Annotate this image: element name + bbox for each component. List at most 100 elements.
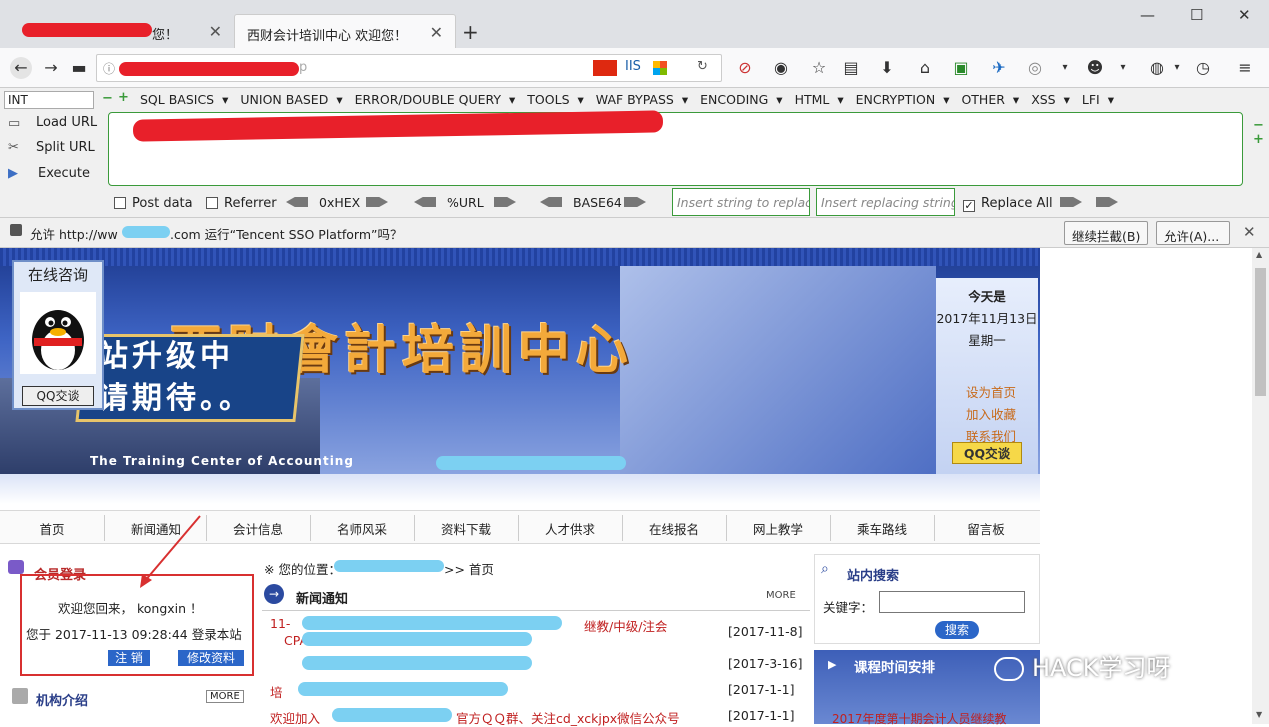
chevron-down-icon[interactable]: ▾ [1054,57,1076,79]
type-select[interactable]: INT [4,91,94,109]
nav-home[interactable]: 首页 [0,519,104,538]
nav-talent[interactable]: 人才供求 [518,519,622,538]
location-tail: >> 首页 [444,562,494,577]
upgrade-sign-text: 站升级中 请期待。。 [98,336,253,420]
menu-encryption[interactable]: ENCRYPTION [856,92,936,107]
screenshot-icon[interactable]: ▣ [950,57,972,79]
new-tab-icon[interactable]: + [462,20,479,44]
replace-arrow-icon[interactable] [1060,197,1082,207]
menu-union-based[interactable]: UNION BASED [240,92,328,107]
tool-icon[interactable]: ✈ [988,57,1010,79]
maximize-button[interactable]: ☐ [1190,6,1203,24]
chevron-down-icon[interactable]: ▾ [1112,57,1134,79]
replace-arrow-icon[interactable] [1096,197,1118,207]
nav-teachers[interactable]: 名师风采 [310,519,414,538]
nav-bus-route[interactable]: 乘车路线 [830,519,934,538]
split-url-button[interactable]: Split URL [36,140,95,155]
noscript-icon[interactable]: ⊘ [734,57,756,79]
url-decode-arrow-icon[interactable] [414,197,436,207]
news-item-text: 继教/中级/注会 [584,619,668,634]
menu-error-query[interactable]: ERROR/DOUBLE QUERY [355,92,501,107]
minus-icon[interactable]: − [102,91,113,106]
url-encode-arrow-icon[interactable] [494,197,516,207]
scrollbar-thumb[interactable] [1255,268,1266,396]
close-window-button[interactable]: ✕ [1238,6,1251,24]
minus-icon[interactable]: − [1253,118,1264,133]
continue-block-button[interactable]: 继续拦截(B) [1064,221,1149,245]
menu-xss[interactable]: XSS [1031,92,1055,107]
reload-icon[interactable]: ↻ [697,59,708,74]
nav-accounting-info[interactable]: 会计信息 [206,519,310,538]
menu-icon[interactable]: ≡ [1234,57,1256,79]
nav-guestbook[interactable]: 留言板 [934,519,1038,538]
menu-encoding[interactable]: ENCODING [700,92,768,107]
home-icon[interactable]: ⌂ [914,57,936,79]
search-button[interactable]: 搜索 [935,621,979,639]
bookmark-star-icon[interactable]: ☆ [808,57,830,79]
nav-online-signup[interactable]: 在线报名 [622,519,726,538]
news-item-text: 官方ＱＱ群、关注cd_xckjpx微信公众号 [456,711,680,726]
extension-icon[interactable]: ◎ [1024,57,1046,79]
menu-tools[interactable]: TOOLS [527,92,569,107]
qq-chat-badge[interactable]: QQ交谈 [952,442,1022,464]
replace-all-checkbox[interactable]: ✓ Replace All [963,196,1053,212]
library-icon[interactable]: ▬ [68,57,90,79]
execute-button[interactable]: Execute [38,166,90,181]
lock-icon [8,560,24,574]
hex-decode-arrow-icon[interactable] [286,197,308,207]
menu-other[interactable]: OTHER [961,92,1004,107]
pocket-icon[interactable]: ◉ [770,57,792,79]
menu-html[interactable]: HTML [795,92,830,107]
replacing-string-input[interactable]: Insert replacing string [816,188,955,216]
news-more-link[interactable]: MORE [766,590,796,601]
plus-icon[interactable]: + [1253,132,1264,147]
nav-downloads[interactable]: 资料下载 [414,519,518,538]
tab-1[interactable]: 您！ ✕ [12,14,234,48]
insert-string-input[interactable]: Insert string to replace [672,188,810,216]
close-icon[interactable]: ✕ [209,22,222,41]
base64-encode-arrow-icon[interactable] [624,197,646,207]
info-icon[interactable]: ⓘ [103,60,115,77]
history-icon[interactable]: ◷ [1192,57,1214,79]
news-title: 新闻通知 [296,592,349,607]
plus-icon[interactable]: + [118,90,129,105]
tab-2-active[interactable]: 西财会计培训中心 欢迎您！ ✕ [234,14,456,48]
qq-chat-button[interactable]: QQ交谈 [22,386,94,406]
palette-icon[interactable]: ☻ [1084,57,1106,79]
edit-profile-button[interactable]: 修改资料 [178,650,244,666]
referrer-checkbox[interactable]: Referrer [206,196,277,211]
nav-online-teaching[interactable]: 网上教学 [726,519,830,538]
minimize-button[interactable]: — [1140,6,1155,24]
post-data-checkbox[interactable]: Post data [114,196,193,211]
close-icon[interactable]: ✕ [1243,223,1256,241]
windows-icon [653,61,667,75]
back-icon[interactable]: ← [10,57,32,79]
close-icon[interactable]: ✕ [430,23,443,42]
menu-waf-bypass[interactable]: WAF BYPASS [596,92,674,107]
keyword-input[interactable] [879,591,1025,613]
hackbar-url-textarea[interactable] [108,110,1243,186]
hex-encode-arrow-icon[interactable] [366,197,388,207]
add-favorite-link[interactable]: 加入收藏 [966,404,1038,426]
download-icon[interactable]: ⬇ [876,57,898,79]
menu-lfi[interactable]: LFI [1082,92,1100,107]
proxy-icon[interactable]: ◍ [1146,57,1168,79]
agency-more-link[interactable]: MORE [206,690,244,703]
chevron-down-icon[interactable]: ▾ [1166,57,1188,79]
scroll-up-icon[interactable]: ▲ [1256,250,1262,259]
set-homepage-link[interactable]: 设为首页 [966,382,1038,404]
forward-icon[interactable]: → [40,57,62,79]
watermark: HACK学习呀 [994,648,1171,683]
play-icon: ▶ [828,658,837,671]
page-scrollbar[interactable]: ▲ ▼ [1252,248,1269,724]
load-url-button[interactable]: Load URL [36,115,97,130]
redaction-mark [119,62,299,76]
allow-button[interactable]: 允许(A)... [1156,221,1230,245]
scroll-down-icon[interactable]: ▼ [1256,710,1262,719]
logout-button[interactable]: 注 销 [108,650,150,666]
base64-decode-arrow-icon[interactable] [540,197,562,207]
url-bar[interactable]: ⓘ p IIS ↻ [96,54,722,82]
reader-icon[interactable]: ▤ [840,57,862,79]
course-schedule-item[interactable]: 2017年度第十期会计人员继续教 [832,710,1007,727]
menu-sql-basics[interactable]: SQL BASICS [140,92,214,107]
